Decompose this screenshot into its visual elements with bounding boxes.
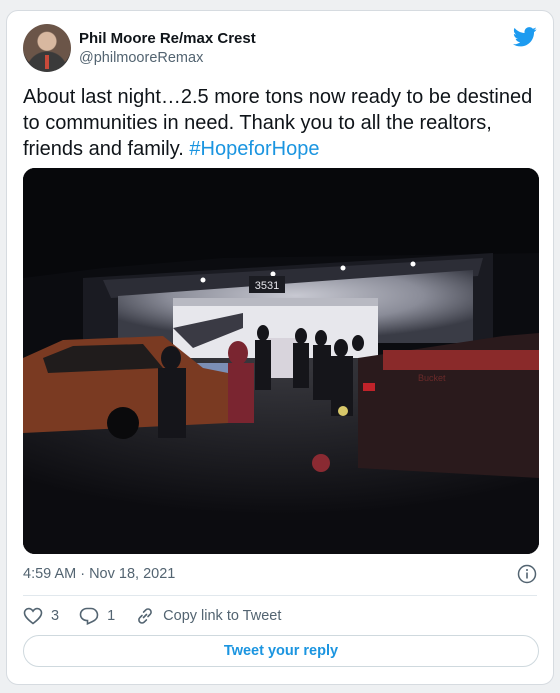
tweet-photo[interactable]: 3531 Bucket [23,168,539,554]
building-number: 3531 [255,280,279,292]
photo-scene: 3531 Bucket [23,168,539,554]
like-button[interactable]: 3 [23,607,59,625]
tweet-timestamp[interactable]: 4:59 AM · Nov 18, 2021 [23,566,175,582]
copy-link-button[interactable]: Copy link to Tweet [135,606,281,626]
divider [23,595,537,596]
avatar[interactable] [23,24,71,72]
tweet-text: About last night…2.5 more tons now ready… [23,84,539,162]
reply-count-button[interactable]: 1 [79,607,115,625]
author-name[interactable]: Phil Moore Re/max Crest [79,30,256,47]
tweet-card: Phil Moore Re/max Crest @philmooreRemax … [6,10,554,685]
tweet-reply-button[interactable]: Tweet your reply [23,635,539,667]
hashtag-link[interactable]: #HopeforHope [189,138,319,160]
like-count: 3 [51,608,60,624]
reply-count: 1 [107,608,116,624]
action-bar: 3 1 Copy link to Tweet [23,605,301,627]
heart-icon [23,607,43,625]
twitter-bird-icon[interactable] [513,27,537,47]
reply-icon [79,607,99,625]
copy-link-label: Copy link to Tweet [163,608,282,624]
author-handle[interactable]: @philmooreRemax [79,50,203,66]
link-icon [138,608,153,624]
info-icon[interactable] [517,564,537,584]
truck-text: Bucket [418,373,446,383]
